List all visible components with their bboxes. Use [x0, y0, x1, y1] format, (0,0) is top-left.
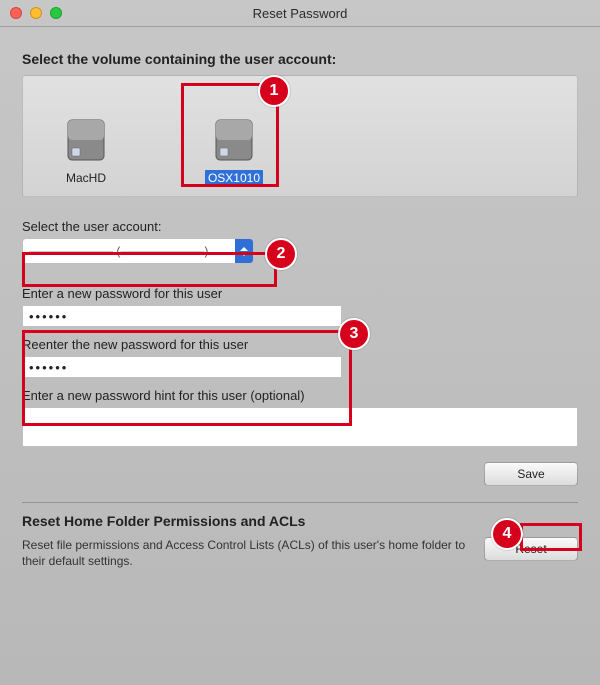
- new-password-label: Enter a new password for this user: [22, 286, 578, 301]
- reset-acl-button[interactable]: Reset: [484, 537, 578, 561]
- divider: [22, 502, 578, 503]
- confirm-password-label: Reenter the new password for this user: [22, 337, 578, 352]
- select-volume-heading: Select the volume containing the user ac…: [22, 51, 578, 67]
- password-hint-label: Enter a new password hint for this user …: [22, 388, 578, 403]
- reset-password-window: Reset Password Select the volume contain…: [0, 0, 600, 685]
- new-password-input[interactable]: [22, 305, 342, 327]
- acl-heading: Reset Home Folder Permissions and ACLs: [22, 513, 578, 529]
- user-account-select[interactable]: ——————— (———————): [22, 238, 254, 264]
- password-hint-input[interactable]: [22, 407, 578, 447]
- volume-picker: MacHD OSX1010: [22, 75, 578, 197]
- titlebar: Reset Password: [0, 0, 600, 27]
- volume-label: OSX1010: [205, 170, 263, 186]
- select-stepper-icon: [235, 239, 253, 263]
- window-title: Reset Password: [0, 6, 600, 21]
- hard-disk-icon: [210, 116, 258, 164]
- hard-disk-icon: [62, 116, 110, 164]
- volume-item-machd[interactable]: MacHD: [41, 116, 131, 186]
- save-button[interactable]: Save: [484, 462, 578, 486]
- content-area: Select the volume containing the user ac…: [0, 27, 600, 577]
- acl-description: Reset file permissions and Access Contro…: [22, 537, 468, 569]
- volume-item-osx1010[interactable]: OSX1010: [189, 116, 279, 186]
- volume-label: MacHD: [63, 170, 109, 186]
- select-value: ——————— (———————): [23, 244, 235, 258]
- select-account-heading: Select the user account:: [22, 219, 578, 234]
- confirm-password-input[interactable]: [22, 356, 342, 378]
